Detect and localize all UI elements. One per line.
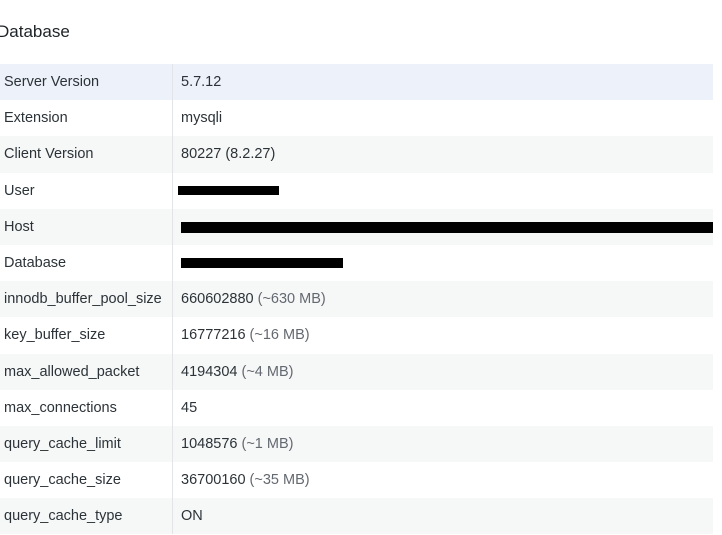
row-value: 660602880 (~630 MB): [173, 281, 714, 317]
redaction-bar: [178, 186, 279, 196]
table-row: query_cache_type ON: [0, 498, 714, 535]
value-text: 1048576: [181, 435, 238, 452]
value-size-note: (~16 MB): [249, 327, 310, 344]
row-value: 1048576 (~1 MB): [173, 426, 714, 462]
row-label: Extension: [0, 100, 173, 137]
table-row: Server Version 5.7.12: [0, 64, 714, 101]
value-text: ON: [181, 508, 203, 525]
table-row: Database: [0, 244, 714, 282]
row-label: max_allowed_packet: [0, 353, 173, 390]
row-value: 5.7.12: [173, 64, 714, 100]
row-label: max_connections: [0, 389, 173, 426]
database-info-table: Server Version 5.7.12 Extension mysqli C…: [0, 64, 714, 535]
table-row: innodb_buffer_pool_size 660602880 (~630 …: [0, 281, 714, 318]
row-value: ON: [173, 498, 714, 534]
row-label: key_buffer_size: [0, 317, 173, 354]
row-value: 45: [173, 390, 714, 426]
value-size-note: (~630 MB): [257, 291, 326, 308]
row-value: 80227 (8.2.27): [173, 136, 714, 172]
row-label: query_cache_limit: [0, 425, 173, 463]
row-value: 36700160 (~35 MB): [173, 462, 714, 498]
table-row: max_connections 45: [0, 389, 714, 426]
row-value: [173, 173, 714, 209]
table-row: query_cache_size 36700160 (~35 MB): [0, 462, 714, 499]
table-row: Client Version 80227 (8.2.27): [0, 136, 714, 173]
table-row: User: [0, 172, 714, 209]
redaction-bar: [181, 221, 713, 233]
table-row: query_cache_limit 1048576 (~1 MB): [0, 425, 714, 463]
value-text: 16777216: [181, 327, 246, 344]
table-row: Host: [0, 208, 713, 245]
row-value: mysqli: [173, 100, 714, 136]
section-title: Database: [0, 22, 70, 41]
row-label: Host: [0, 208, 173, 245]
value-size-note: (~4 MB): [241, 363, 294, 380]
row-label: query_cache_size: [0, 462, 173, 499]
value-text: mysqli: [181, 110, 223, 127]
value-text: 80227 (8.2.27): [181, 146, 276, 163]
row-label: Server Version: [0, 64, 173, 101]
value-text: 45: [181, 399, 198, 416]
row-value: 4194304 (~4 MB): [173, 354, 714, 390]
redaction-bar: [181, 258, 343, 269]
value-size-note: (~35 MB): [249, 472, 310, 489]
value-text: 660602880: [181, 291, 254, 308]
table-row: Extension mysqli: [0, 100, 714, 137]
row-label: User: [0, 172, 173, 209]
value-text: 4194304: [181, 363, 238, 380]
row-label: Database: [0, 244, 173, 282]
row-label: innodb_buffer_pool_size: [0, 281, 173, 318]
row-label: Client Version: [0, 136, 173, 173]
value-text: 5.7.12: [181, 74, 222, 91]
value-size-note: (~1 MB): [241, 435, 294, 452]
table-row: max_allowed_packet 4194304 (~4 MB): [0, 353, 714, 390]
value-text: 36700160: [181, 472, 246, 489]
row-value: [173, 209, 713, 245]
row-label: query_cache_type: [0, 498, 173, 535]
table-row: key_buffer_size 16777216 (~16 MB): [0, 317, 714, 354]
row-value: [173, 245, 714, 281]
row-value: 16777216 (~16 MB): [173, 317, 714, 353]
